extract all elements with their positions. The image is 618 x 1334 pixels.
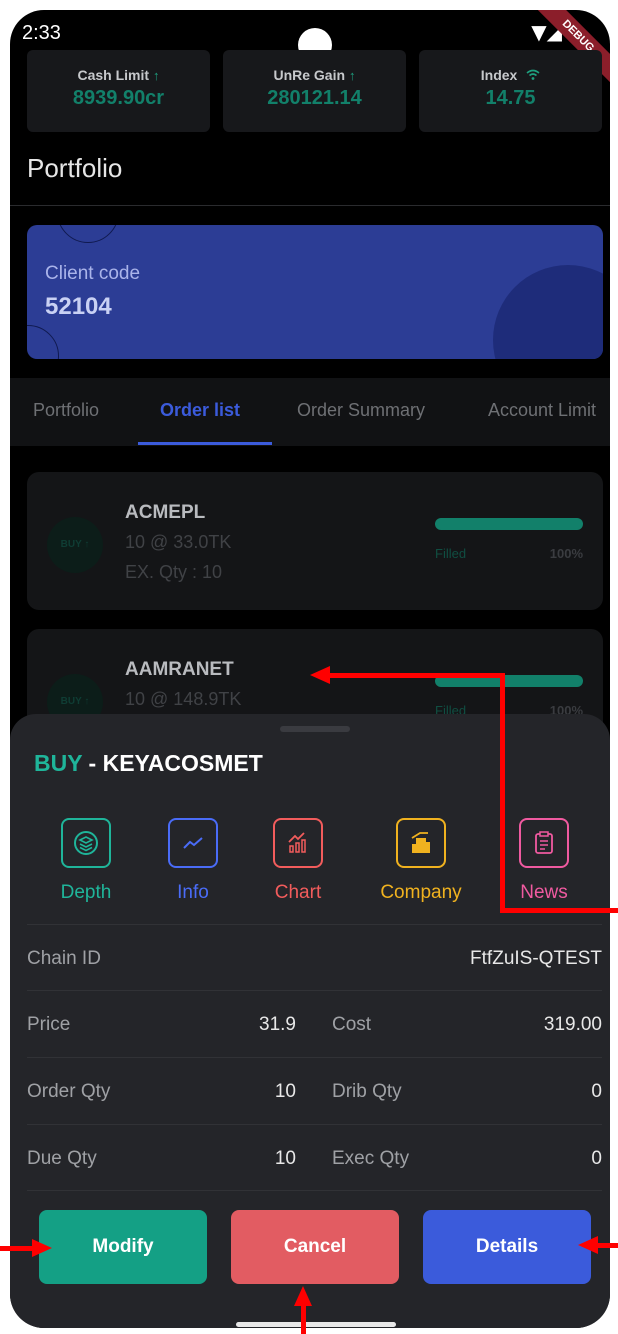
stat-label: Cash Limit	[77, 67, 150, 83]
stat-cash-limit[interactable]: Cash Limit ↑ 8939.90cr	[27, 50, 210, 132]
tab-account-limit[interactable]: Account Limit	[488, 400, 596, 421]
action-chart[interactable]: Chart	[243, 818, 353, 904]
building-icon	[396, 818, 446, 868]
action-label: Info	[177, 882, 209, 903]
action-company[interactable]: Company	[366, 818, 476, 904]
stat-value: 280121.14	[267, 87, 362, 109]
action-info[interactable]: Info	[138, 818, 248, 904]
bar-chart-icon	[273, 818, 323, 868]
sheet-title: BUY - KEYACOSMET	[34, 750, 263, 777]
cost-label: Cost	[332, 1014, 372, 1035]
page-title: Portfolio	[27, 153, 123, 183]
tab-order-summary[interactable]: Order Summary	[297, 400, 425, 421]
arrow-head-icon	[294, 1286, 312, 1306]
due-qty-value: 10	[274, 1148, 296, 1169]
fill-percent: 100%	[549, 546, 583, 561]
divider	[27, 1057, 602, 1058]
newspaper-icon	[519, 818, 569, 868]
action-label: Chart	[274, 882, 322, 903]
price-value: 31.9	[259, 1014, 296, 1035]
action-depth[interactable]: Depth	[31, 818, 141, 904]
stat-value: 14.75	[485, 87, 536, 109]
wifi-icon: ▼	[531, 20, 547, 44]
fill-status: Filled	[435, 546, 467, 561]
modify-button[interactable]: Modify	[39, 1210, 207, 1284]
fill-progress-bar	[435, 518, 583, 530]
order-symbol: KEYACOSMET	[102, 750, 263, 776]
line-chart-icon	[168, 818, 218, 868]
client-card: Client code 52104	[27, 225, 603, 359]
decor-circle	[57, 225, 119, 243]
action-label: Depth	[60, 882, 112, 903]
action-news[interactable]: News	[489, 818, 599, 904]
stats-row: Cash Limit ↑ 8939.90cr UnRe Gain ↑ 280121.…	[27, 50, 602, 132]
arrow-up-icon: ↑	[153, 68, 160, 83]
wifi-icon	[526, 69, 540, 80]
exec-qty-label: Exec Qty	[332, 1148, 410, 1169]
decor-circle	[27, 325, 59, 359]
home-indicator[interactable]	[236, 1322, 396, 1327]
divider	[27, 990, 602, 991]
due-qty-label: Due Qty	[27, 1148, 97, 1169]
arrow-head-icon	[310, 666, 330, 684]
divider	[27, 924, 602, 925]
order-symbol: AAMRANET	[125, 659, 234, 680]
cost-value: 319.00	[543, 1014, 602, 1035]
drib-qty-label: Drib Qty	[332, 1081, 402, 1102]
arrow-head-icon	[32, 1239, 52, 1257]
stat-unre-gain[interactable]: UnRe Gain ↑ 280121.14	[223, 50, 406, 132]
exec-qty-value: 0	[591, 1148, 602, 1169]
action-label: Company	[380, 882, 462, 903]
layers-icon	[61, 818, 111, 868]
action-label: News	[520, 882, 568, 903]
order-qty-value: 10	[274, 1081, 296, 1102]
order-symbol: ACMEPL	[125, 502, 206, 523]
order-bottom-sheet: BUY - KEYACOSMET Depth Info Chart Compan…	[10, 714, 610, 1328]
arrow-head-icon	[578, 1236, 598, 1254]
details-button[interactable]: Details	[423, 1210, 591, 1284]
price-label: Price	[27, 1014, 71, 1035]
order-side: BUY	[34, 750, 83, 776]
tab-order-list[interactable]: Order list	[160, 400, 240, 421]
arrow-up-icon: ↑	[349, 68, 356, 83]
order-exec-qty: EX. Qty : 10	[125, 562, 223, 582]
chain-id-value: FtfZuIS-QTEST	[470, 948, 602, 969]
tab-bar: Portfolio Order list Order Summary Accou…	[10, 378, 610, 446]
client-code-value: 52104	[45, 293, 112, 320]
stat-label: UnRe Gain	[273, 67, 346, 83]
order-qty-label: Order Qty	[27, 1081, 111, 1102]
chain-id-label: Chain ID	[27, 948, 101, 969]
client-code-label: Client code	[45, 263, 141, 284]
order-detail: 10 @ 148.9TK	[125, 689, 242, 709]
drib-qty-value: 0	[591, 1081, 602, 1102]
stat-index[interactable]: Index 14.75	[419, 50, 602, 132]
decor-circle	[493, 265, 603, 359]
sheet-drag-handle[interactable]	[280, 726, 350, 732]
order-detail: 10 @ 33.0TK	[125, 532, 232, 552]
tab-portfolio[interactable]: Portfolio	[33, 400, 99, 421]
divider	[27, 1190, 602, 1191]
active-tab-indicator	[138, 442, 272, 445]
divider	[10, 205, 610, 206]
order-card-acmepl[interactable]: BUY ↑ ACMEPL 10 @ 33.0TK EX. Qty : 10 Fi…	[27, 472, 603, 610]
cancel-button[interactable]: Cancel	[231, 1210, 399, 1284]
divider	[27, 1124, 602, 1125]
stat-value: 8939.90cr	[72, 87, 165, 109]
status-time: 2:33	[22, 22, 61, 44]
buy-badge: BUY ↑	[47, 517, 103, 573]
stat-label: Index	[480, 67, 518, 83]
title-separator: -	[82, 750, 103, 776]
